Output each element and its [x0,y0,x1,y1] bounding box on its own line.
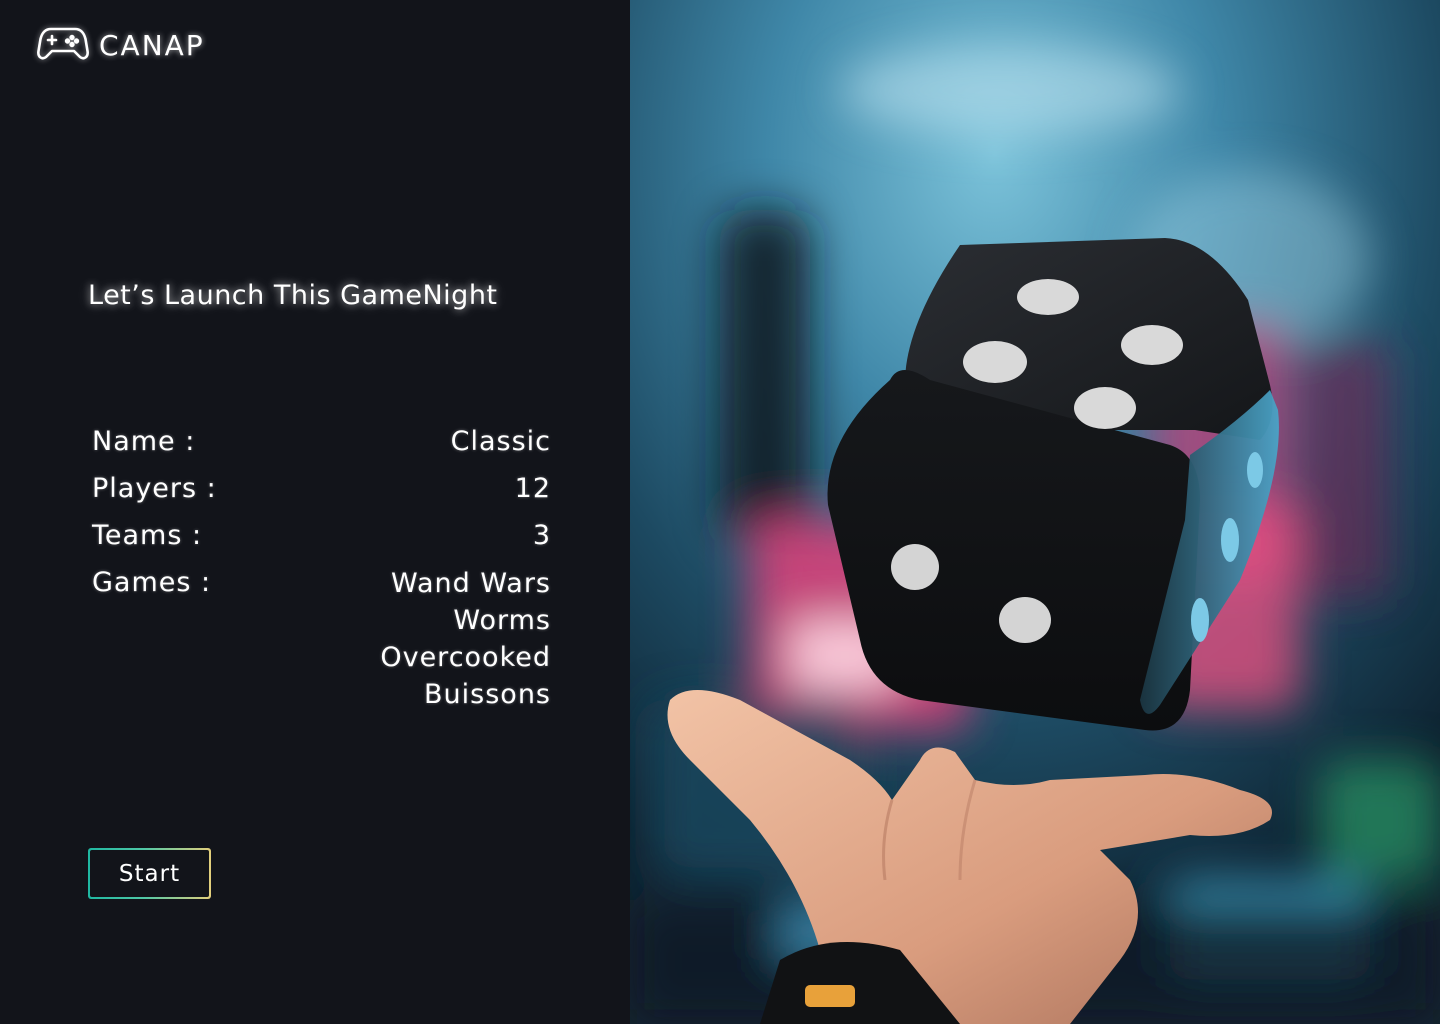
players-label: Players : [92,473,217,504]
detail-row-players: Players : 12 [92,471,551,507]
name-label: Name : [92,426,196,457]
dice-toss-illustration [630,0,1440,1024]
hero-image [630,0,1440,1024]
games-label: Games : [92,567,212,598]
gamepad-icon [37,24,89,66]
game-item: Wand Wars [390,568,551,599]
setup-panel: CANAP Let’s Launch This GameNight Name :… [0,0,630,1024]
page-title: Let’s Launch This GameNight [88,280,498,311]
teams-label: Teams : [92,520,203,551]
games-list: Wand Wars Worms Overcooked Buissons [380,565,551,713]
game-item: Buissons [424,679,551,710]
detail-row-name: Name : Classic [92,424,551,460]
game-item: Worms [453,605,551,636]
game-night-launch-screen: CANAP Let’s Launch This GameNight Name :… [0,0,1440,1024]
start-button-label: Start [90,850,209,897]
game-night-details: Name : Classic Players : 12 Teams : 3 Ga… [92,424,551,724]
game-item: Overcooked [380,642,551,673]
detail-row-games: Games : Wand Wars Worms Overcooked Buiss… [92,565,551,713]
brand-logo[interactable]: CANAP [37,24,205,66]
detail-row-teams: Teams : 3 [92,518,551,554]
start-button[interactable]: Start [88,848,211,899]
teams-value: 3 [532,520,551,551]
name-value: Classic [450,426,551,457]
players-value: 12 [514,473,551,504]
brand-name: CANAP [99,28,205,62]
